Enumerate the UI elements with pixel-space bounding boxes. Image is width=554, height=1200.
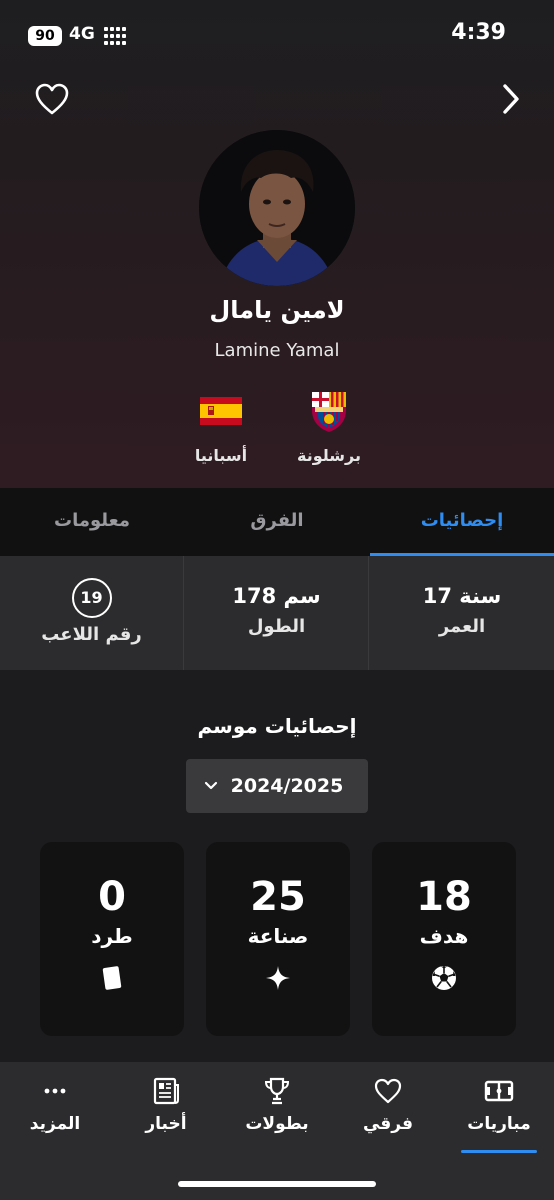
tab-teams[interactable]: الفرق [185,488,369,556]
number-cell: 19 رقم اللاعب [0,556,184,670]
age-label: العمر [438,616,486,637]
pitch-icon [484,1076,514,1106]
forward-button[interactable] [497,82,525,116]
tab-info[interactable]: معلومات [0,488,184,556]
active-tab-indicator [461,1150,537,1153]
age-value: 17 سنة [422,584,502,608]
jersey-number-badge: 19 [71,578,112,618]
season-dropdown-value: 2024/2025 [230,775,344,797]
signal-icon [104,27,126,45]
profile-tabs: إحصائيات الفرق معلومات [0,488,554,556]
spain-flag-icon [198,388,244,434]
newspaper-icon [151,1076,181,1106]
goals-card: 18 هدف [372,842,516,1036]
height-cell: 178 سم الطول [185,556,369,670]
nav-news-label: أخبار [145,1114,187,1134]
heart-icon [373,1076,403,1106]
clock: 4:39 [451,20,506,45]
season-stats-title: إحصائيات موسم [197,714,357,738]
player-profile-screen: 90 4G 4:39 لامين يامال Lamine Yamal برشل… [0,0,554,1200]
nav-matches-label: مباريات [467,1114,531,1134]
bottom-navigation: مباريات فرقي بطولات أخبار المزيد [0,1062,554,1200]
nav-tournaments-label: بطولات [245,1114,309,1134]
player-avatar [199,130,355,286]
favorite-button[interactable] [34,82,70,116]
nav-news[interactable]: أخبار [116,1076,216,1134]
fc-barcelona-crest-icon [306,388,352,434]
club-link[interactable]: برشلونة [274,388,384,465]
assists-label: صناعة [247,924,309,948]
nation-link[interactable]: أسبانيا [166,388,276,465]
player-name-english: Lamine Yamal [214,340,340,361]
goals-label: هدف [419,924,469,948]
red-cards-label: طرد [91,924,133,948]
sparkle-icon [264,964,292,992]
player-info-row: 17 سنة العمر 178 سم الطول 19 رقم اللاعب [0,556,554,670]
battery-indicator: 90 [28,26,62,46]
nav-my-teams-label: فرقي [362,1114,414,1134]
goals-value: 18 [416,874,472,920]
home-indicator[interactable] [178,1181,376,1187]
assists-card: 25 صناعة [206,842,350,1036]
height-value: 178 سم [232,584,321,608]
trophy-icon [262,1076,292,1106]
age-cell: 17 سنة العمر [370,556,554,670]
nation-name: أسبانيا [194,446,248,465]
chevron-down-icon [204,781,218,790]
heart-outline-icon [35,83,69,115]
season-dropdown[interactable]: 2024/2025 [186,759,368,813]
red-cards-card: 0 طرد [40,842,184,1036]
player-name-arabic: لامين يامال [209,296,345,324]
status-bar: 90 4G 4:39 [0,0,554,70]
network-label: 4G [69,24,95,44]
red-cards-value: 0 [98,874,126,920]
red-card-icon [98,964,126,992]
chevron-right-icon [503,84,519,114]
nav-matches[interactable]: مباريات [449,1076,549,1134]
nav-my-teams[interactable]: فرقي [338,1076,438,1134]
tab-stats[interactable]: إحصائيات [370,488,554,556]
number-label: رقم اللاعب [41,624,142,645]
assists-value: 25 [250,874,306,920]
height-label: الطول [247,616,306,637]
nav-more-label: المزيد [29,1114,81,1134]
nav-tournaments[interactable]: بطولات [227,1076,327,1134]
more-icon [40,1076,70,1106]
nav-more[interactable]: المزيد [5,1076,105,1134]
club-name: برشلونة [297,446,361,465]
soccer-ball-icon [430,964,458,992]
